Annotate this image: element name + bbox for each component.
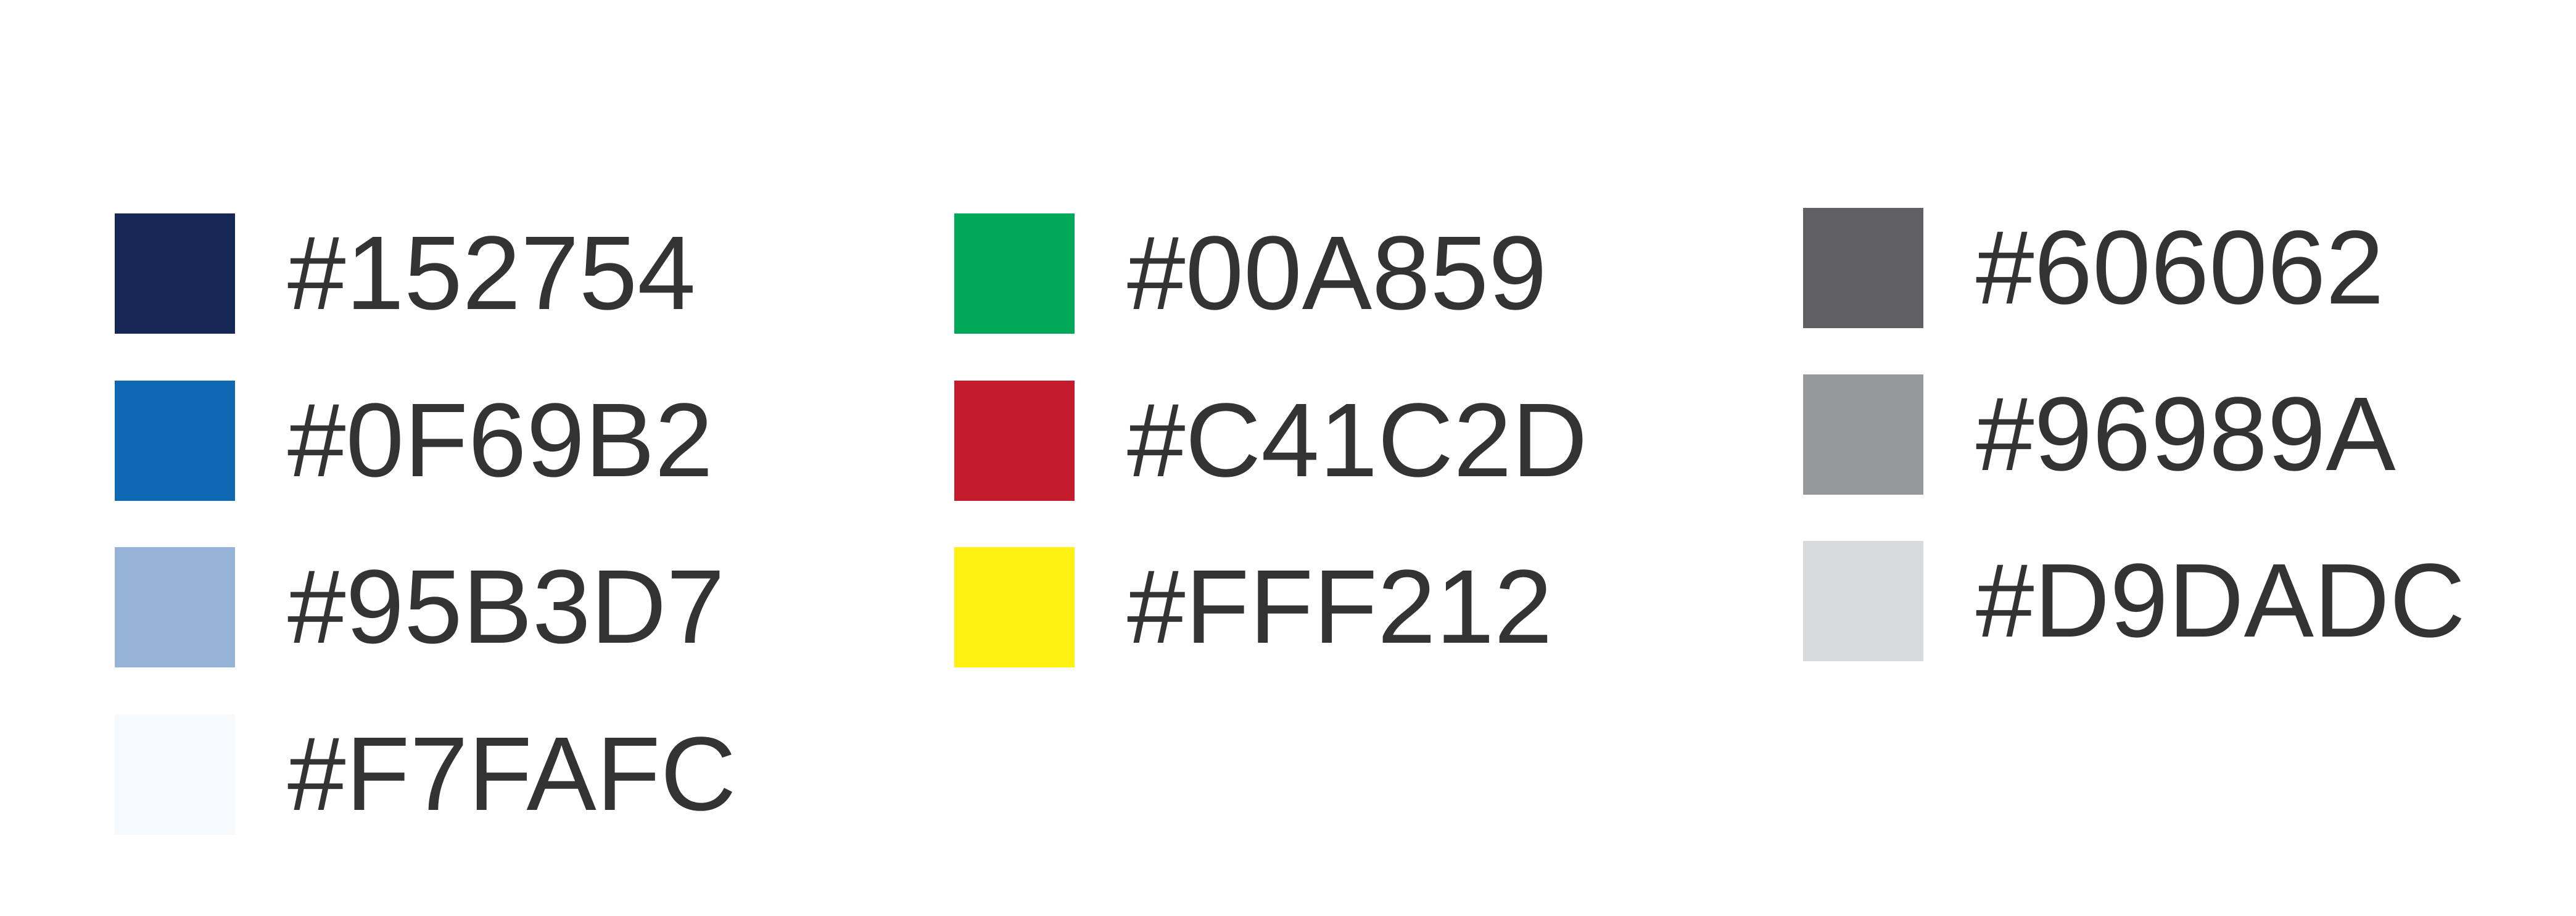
hex-code-label: #C41C2D: [1127, 382, 1588, 499]
hex-code-label: #152754: [287, 215, 696, 332]
color-swatch: [1803, 374, 1923, 495]
hex-code-label: #F7FAFC: [287, 716, 737, 833]
color-swatch: [115, 714, 235, 835]
color-swatch: [1803, 208, 1923, 328]
hex-code-label: #D9DADC: [1976, 542, 2466, 659]
color-palette: #152754 #0F69B2 #95B3D7 #F7FAFC #00A859 …: [0, 0, 2576, 916]
hex-code-label: #95B3D7: [287, 548, 725, 666]
color-swatch: [115, 547, 235, 667]
color-swatch: [954, 547, 1075, 667]
hex-code-label: #00A859: [1127, 215, 1547, 332]
hex-code-label: #FFF212: [1127, 548, 1553, 666]
hex-code-label: #606062: [1976, 209, 2384, 326]
color-swatch: [1803, 541, 1923, 661]
color-swatch: [954, 381, 1075, 501]
color-swatch: [115, 381, 235, 501]
hex-code-label: #0F69B2: [287, 382, 713, 499]
hex-code-label: #96989A: [1976, 376, 2396, 493]
color-swatch: [954, 213, 1075, 334]
color-swatch: [115, 213, 235, 334]
